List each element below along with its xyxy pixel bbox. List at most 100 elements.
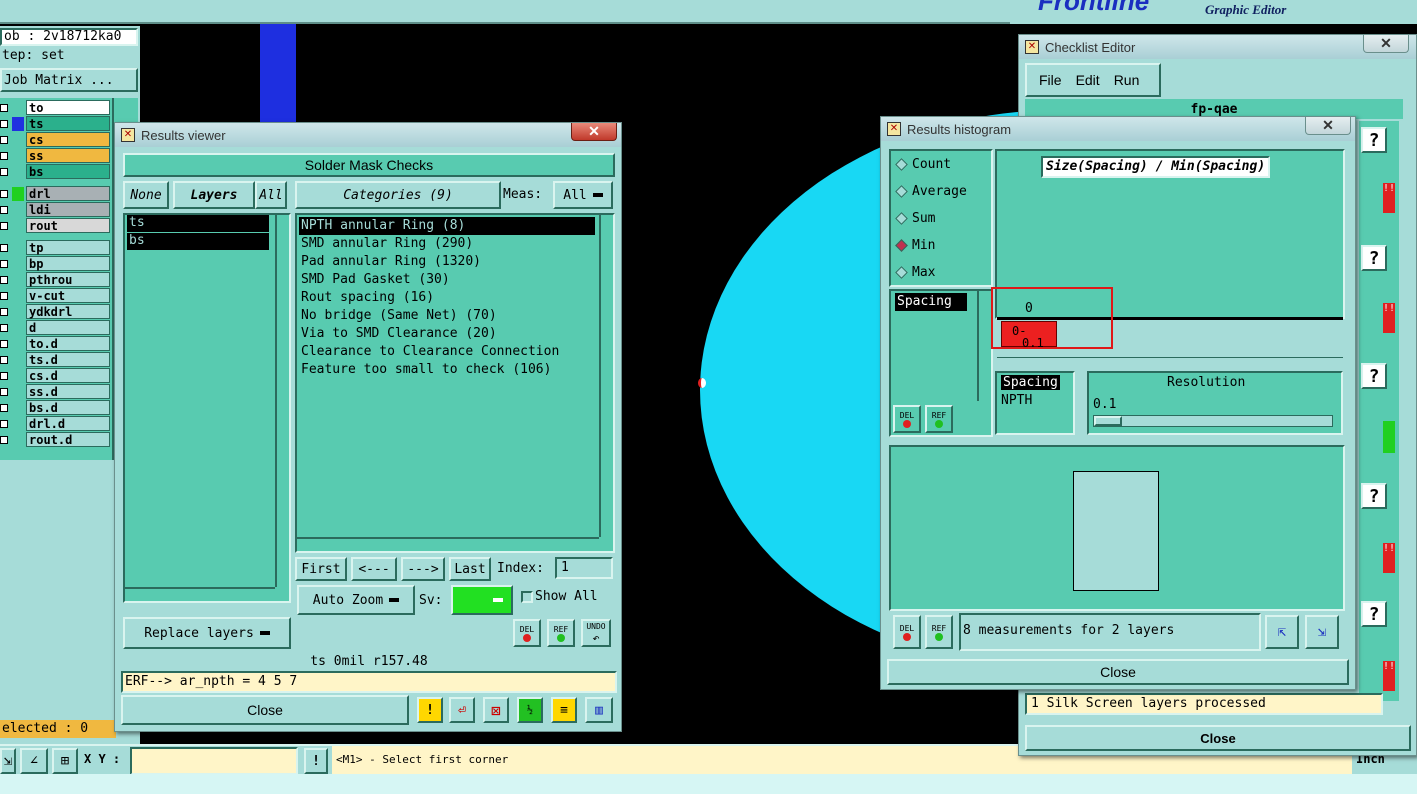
zoom-home-icon[interactable]: ⇲: [1305, 615, 1339, 649]
layer-row[interactable]: ydkdrl: [0, 304, 110, 319]
layer-color-swatch[interactable]: [12, 369, 24, 383]
layer-name[interactable]: to.d: [26, 336, 110, 351]
layer-row[interactable]: bs.d: [0, 400, 110, 415]
layer-row[interactable]: cs: [0, 132, 110, 147]
prev-button[interactable]: <---: [351, 557, 397, 581]
layer-checkbox[interactable]: [0, 167, 8, 176]
histogram-close-button[interactable]: Close: [887, 659, 1349, 685]
categories-hscroll[interactable]: [297, 537, 599, 551]
layer-name[interactable]: to: [26, 100, 110, 115]
menu-edit[interactable]: Edit: [1076, 72, 1100, 88]
spacing-selected-label[interactable]: Spacing: [1001, 375, 1060, 390]
layer-row[interactable]: rout.d: [0, 432, 110, 447]
layer-color-swatch[interactable]: [12, 385, 24, 399]
layer-color-swatch[interactable]: [12, 241, 24, 255]
layer-checkbox[interactable]: [0, 291, 8, 300]
layer-color-swatch[interactable]: [12, 305, 24, 319]
show-all-checkbox[interactable]: [521, 591, 533, 603]
layer-row[interactable]: drl.d: [0, 416, 110, 431]
del-button[interactable]: DEL: [893, 615, 921, 649]
no-ref-icon[interactable]: ⊠: [483, 697, 509, 723]
layer-row[interactable]: bp: [0, 256, 110, 271]
next-button[interactable]: --->: [401, 557, 445, 581]
help-icon[interactable]: ?: [1361, 127, 1387, 153]
radio-min[interactable]: Min: [895, 238, 935, 253]
category-item[interactable]: SMD annular Ring (290): [299, 235, 595, 253]
layer-row[interactable]: bs: [0, 164, 110, 179]
layer-name[interactable]: pthrou: [26, 272, 110, 287]
layer-list-hscroll[interactable]: [125, 587, 275, 601]
viewer-close-icon[interactable]: ✕: [571, 123, 617, 141]
layer-color-swatch[interactable]: [12, 203, 24, 217]
layer-color-swatch[interactable]: [12, 417, 24, 431]
layer-row[interactable]: cs.d: [0, 368, 110, 383]
index-input[interactable]: 1: [555, 557, 613, 579]
layer-name[interactable]: rout: [26, 218, 110, 233]
layer-checkbox[interactable]: [0, 221, 8, 230]
layer-row[interactable]: tp: [0, 240, 110, 255]
histogram-list-item-spacing[interactable]: Spacing: [895, 293, 967, 311]
category-item[interactable]: Via to SMD Clearance (20): [299, 325, 595, 343]
layer-name[interactable]: bs.d: [26, 400, 110, 415]
grid-snap-icon[interactable]: ⊞: [52, 748, 78, 774]
layer-checkbox[interactable]: [0, 387, 8, 396]
half-icon[interactable]: ½: [517, 697, 543, 723]
replace-layers-dropdown[interactable]: Replace layers: [123, 617, 291, 649]
layer-name[interactable]: drl.d: [26, 416, 110, 431]
layer-name[interactable]: cs: [26, 132, 110, 147]
radio-sum[interactable]: Sum: [895, 211, 935, 226]
zoom-to-feature-icon[interactable]: ⇱: [1265, 615, 1299, 649]
help-icon[interactable]: ?: [1361, 601, 1387, 627]
layer-name[interactable]: ss.d: [26, 384, 110, 399]
layer-color-swatch[interactable]: [12, 219, 24, 233]
layer-name[interactable]: ss: [26, 148, 110, 163]
job-matrix-button[interactable]: Job Matrix ...: [0, 68, 138, 92]
category-item[interactable]: Feature too small to check (106): [299, 361, 595, 379]
viewer-close-button[interactable]: Close: [121, 695, 409, 725]
layer-checkbox[interactable]: [0, 419, 8, 428]
layers-button[interactable]: Layers: [173, 181, 255, 209]
layer-name[interactable]: drl: [26, 186, 110, 201]
radio-count[interactable]: Count: [895, 157, 951, 172]
menu-run[interactable]: Run: [1114, 72, 1140, 88]
measure-tool-icon[interactable]: ⇲: [0, 748, 16, 774]
layer-row[interactable]: to.d: [0, 336, 110, 351]
layer-checkbox[interactable]: [0, 339, 8, 348]
radio-max[interactable]: Max: [895, 265, 935, 280]
layer-checkbox[interactable]: [0, 403, 8, 412]
layer-name[interactable]: ydkdrl: [26, 304, 110, 319]
layer-checkbox[interactable]: [0, 355, 8, 364]
resolution-slider[interactable]: [1093, 415, 1333, 427]
layer-color-swatch[interactable]: [12, 321, 24, 335]
category-item[interactable]: No bridge (Same Net) (70): [299, 307, 595, 325]
checklist-close-button[interactable]: Close: [1025, 725, 1411, 751]
layer-row[interactable]: to: [0, 100, 110, 115]
layer-color-swatch[interactable]: [12, 289, 24, 303]
layer-row[interactable]: d: [0, 320, 110, 335]
del-button[interactable]: DEL: [513, 619, 541, 647]
layer-color-swatch[interactable]: [12, 257, 24, 271]
undo-button[interactable]: UNDO ↶: [581, 619, 611, 647]
categories-button[interactable]: Categories (9): [295, 181, 501, 209]
layer-result-bs[interactable]: bs: [127, 233, 269, 250]
layer-result-ts[interactable]: ts: [127, 215, 269, 232]
layer-name[interactable]: d: [26, 320, 110, 335]
auto-zoom-dropdown[interactable]: Auto Zoom: [297, 585, 415, 615]
layer-checkbox[interactable]: [0, 243, 8, 252]
all-button[interactable]: All: [255, 181, 287, 209]
layer-checkbox[interactable]: [0, 189, 8, 198]
help-icon[interactable]: ?: [1361, 483, 1387, 509]
layer-color-swatch[interactable]: [12, 186, 24, 201]
export-icon[interactable]: ⏎: [449, 697, 475, 723]
meas-dropdown[interactable]: All: [553, 181, 613, 209]
sv-dropdown[interactable]: [451, 585, 513, 615]
categories-vscroll[interactable]: [599, 215, 613, 537]
xy-input[interactable]: [130, 747, 298, 775]
warning-icon[interactable]: !: [417, 697, 443, 723]
layer-name[interactable]: v-cut: [26, 288, 110, 303]
layer-color-swatch[interactable]: [12, 133, 24, 147]
layer-row[interactable]: drl: [0, 186, 110, 201]
report-icon[interactable]: ≡: [551, 697, 577, 723]
first-button[interactable]: First: [295, 557, 347, 581]
layer-checkbox[interactable]: [0, 151, 8, 160]
